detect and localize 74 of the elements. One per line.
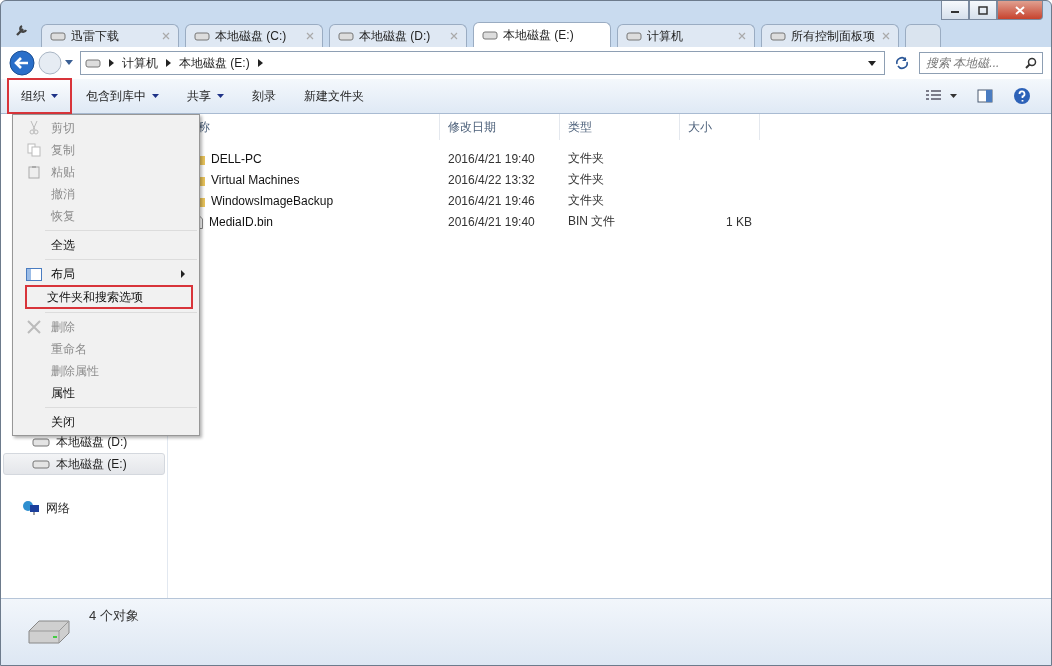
tab[interactable]: 本地磁盘 (E:) <box>473 22 611 47</box>
toolbar-button[interactable]: 包含到库中 <box>72 83 173 109</box>
tab[interactable]: 迅雷下载 <box>41 24 179 47</box>
menu-item[interactable]: 全选 <box>15 234 197 256</box>
drive-icon <box>50 30 66 42</box>
table-cell-text: 2016/4/21 19:40 <box>447 151 536 166</box>
drive-icon <box>338 30 354 42</box>
file-name[interactable]: MediaID.bin <box>209 214 274 229</box>
breadcrumb[interactable]: 计算机 <box>122 54 158 72</box>
search-icon[interactable] <box>1025 57 1037 69</box>
sidebar-item[interactable]: 网络 <box>3 497 165 519</box>
wrench-icon[interactable] <box>15 23 29 37</box>
drive-icon <box>482 29 498 41</box>
minimize-button[interactable] <box>941 1 969 20</box>
drive-icon <box>32 459 50 469</box>
chevron-icon[interactable] <box>257 59 263 67</box>
search-field[interactable]: 搜索 本地磁... <box>919 52 1043 74</box>
table-cell-text: 文件夹 <box>567 150 605 167</box>
menu-item[interactable]: 属性 <box>15 382 197 404</box>
help-icon[interactable] <box>1013 87 1031 105</box>
copy-icon <box>27 143 41 157</box>
column-header[interactable]: 修改日期 <box>440 114 560 140</box>
view-options-icon[interactable] <box>926 90 942 102</box>
file-name[interactable]: Virtual Machines <box>211 172 300 187</box>
refresh-icon[interactable] <box>894 55 910 71</box>
item-count: 4 个对象 <box>89 607 139 625</box>
maximize-icon <box>978 5 988 15</box>
tab[interactable]: 所有控制面板项 <box>761 24 899 47</box>
menu-item[interactable]: 布局 <box>15 263 197 285</box>
tab[interactable]: 本地磁盘 (D:) <box>329 24 467 47</box>
sidebar-item[interactable]: 本地磁盘 (D:) <box>3 431 165 453</box>
table-cell-text: 文件夹 <box>567 192 605 209</box>
table-cell-text: 文件夹 <box>567 171 605 188</box>
back-button[interactable] <box>9 50 35 76</box>
close-button[interactable] <box>997 1 1043 20</box>
address-bar[interactable]: 计算机 本地磁盘 (E:) <box>80 51 885 75</box>
close-icon <box>1015 5 1025 15</box>
menu-item[interactable]: 关闭 <box>15 411 197 433</box>
drive-icon <box>770 30 786 42</box>
toolbar-button[interactable]: 组织 <box>7 78 72 114</box>
table-cell-text: BIN 文件 <box>567 213 617 230</box>
table-cell-text: 2016/4/21 19:40 <box>447 214 536 229</box>
dropdown-icon[interactable] <box>868 60 876 66</box>
network-icon <box>22 500 40 516</box>
column-header[interactable]: 类型 <box>560 114 680 140</box>
preview-pane-icon[interactable] <box>977 89 993 103</box>
scissors-icon <box>29 121 39 135</box>
layout-icon <box>26 267 42 281</box>
table-cell-text: 2016/4/21 19:46 <box>447 193 536 208</box>
chevron-icon[interactable] <box>109 59 114 67</box>
chevron-icon[interactable] <box>166 59 171 67</box>
breadcrumb[interactable]: 本地磁盘 (E:) <box>179 54 250 72</box>
caret-icon[interactable] <box>65 60 73 66</box>
delete-icon <box>27 320 41 334</box>
table-cell-text: 2016/4/22 13:32 <box>447 172 536 187</box>
drive-icon <box>25 617 73 645</box>
drive-icon <box>85 58 101 68</box>
tab[interactable]: 计算机 <box>617 24 755 47</box>
caret-icon[interactable] <box>950 94 957 98</box>
drive-icon <box>194 30 210 42</box>
clipboard-icon <box>28 165 40 179</box>
toolbar-button[interactable]: 共享 <box>173 83 238 109</box>
drive-icon <box>626 30 642 42</box>
toolbar-button[interactable]: 新建文件夹 <box>290 83 378 109</box>
file-name[interactable]: WindowsImageBackup <box>211 193 334 208</box>
column-header[interactable]: 大小 <box>680 114 760 140</box>
toolbar-button[interactable]: 刻录 <box>238 83 290 109</box>
menu-item[interactable]: 文件夹和搜索选项 <box>25 285 193 309</box>
drive-icon <box>32 437 50 447</box>
tab[interactable]: 本地磁盘 (C:) <box>185 24 323 47</box>
file-name[interactable]: DELL-PC <box>211 151 262 166</box>
sidebar-item[interactable]: 本地磁盘 (E:) <box>3 453 165 475</box>
maximize-button[interactable] <box>969 1 997 20</box>
table-cell: 1 KB <box>726 214 752 229</box>
